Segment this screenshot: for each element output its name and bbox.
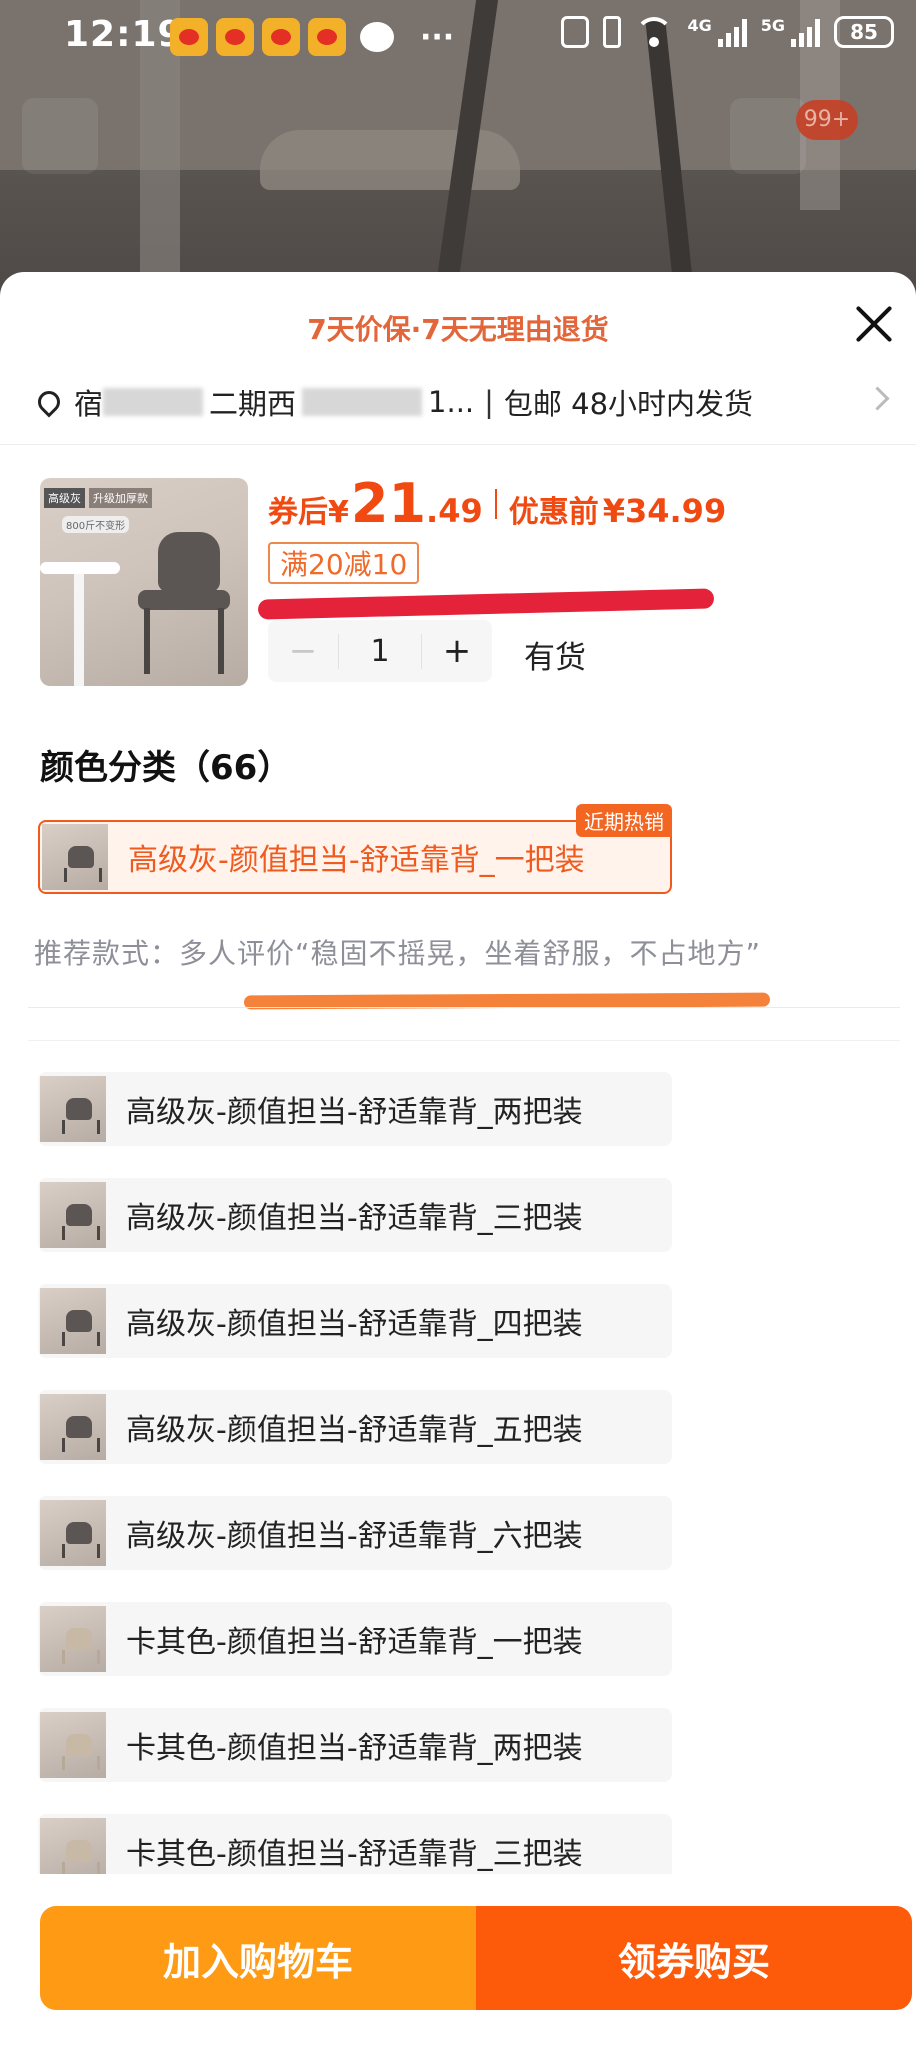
- more-notifications-icon: ···: [420, 19, 455, 55]
- option-label: 卡其色-颜值担当-舒适靠背_两把装: [126, 1731, 583, 1766]
- currency-symbol: ¥: [328, 495, 349, 530]
- thumbnail-tag: 升级加厚款: [89, 488, 152, 508]
- divider: [0, 444, 916, 445]
- address-part-1: 宿: [74, 387, 104, 421]
- stock-status: 有货: [524, 640, 586, 676]
- vibrate-icon: [603, 16, 622, 48]
- option-thumbnail: [40, 1712, 106, 1778]
- address-row[interactable]: 宿 二期西 1... | 包邮 48小时内发货: [33, 380, 898, 424]
- decrease-button[interactable]: −: [268, 631, 338, 671]
- hot-sale-badge: 近期热销: [576, 804, 672, 837]
- weibo-icon: [216, 18, 254, 56]
- thumbnail-tag: 高级灰: [44, 488, 85, 508]
- add-to-cart-button[interactable]: 加入购物车: [40, 1906, 476, 2010]
- address-part-3: 1...: [428, 385, 475, 419]
- option-item[interactable]: 卡其色-颜值担当-舒适靠背_一把装: [38, 1602, 672, 1676]
- status-time: 12:19: [64, 14, 184, 55]
- thumbnail-note: 800斤不变形: [62, 516, 130, 533]
- option-thumbnail: [40, 1500, 106, 1566]
- option-label: 高级灰-颜值担当-舒适靠背_五把装: [126, 1413, 583, 1448]
- network-5g-label: 5G: [760, 16, 785, 35]
- divider: [28, 1007, 900, 1008]
- sku-selection-sheet: 7天价保·7天无理由退货 宿 二期西 1... | 包邮 48小时内发货 高级灰…: [0, 272, 916, 2048]
- price-decimal: .49: [426, 492, 483, 530]
- option-item[interactable]: 高级灰-颜值担当-舒适靠背_五把装: [38, 1390, 672, 1464]
- original-price-label: 优惠前: [508, 495, 599, 530]
- price-separator: [494, 488, 497, 519]
- close-icon[interactable]: [850, 300, 898, 348]
- address-part-2: 二期西: [209, 387, 297, 421]
- nfc-icon: [561, 16, 590, 48]
- recommendation-text: 推荐款式：多人评价“稳固不摇晃，坐着舒服，不占地方”: [34, 937, 762, 970]
- color-category-title: 颜色分类（66）: [40, 748, 292, 788]
- option-label: 卡其色-颜值担当-舒适靠背_三把装: [126, 1837, 583, 1872]
- signal-icon: [717, 17, 747, 47]
- product-thumbnail[interactable]: 高级灰 升级加厚款 800斤不变形: [40, 478, 248, 686]
- option-label: 高级灰-颜值担当-舒适靠背_两把装: [126, 1095, 583, 1130]
- option-thumbnail: [40, 1076, 106, 1142]
- address-redacted: [103, 388, 204, 416]
- coupon-buy-button[interactable]: 领券购买: [476, 1906, 912, 2010]
- option-item[interactable]: 高级灰-颜值担当-舒适靠背_四把装: [38, 1284, 672, 1358]
- option-thumbnail: [40, 1182, 106, 1248]
- price-row: 券后 ¥ 21 .49 优惠前 ¥34.99: [268, 472, 726, 535]
- increase-button[interactable]: +: [422, 631, 492, 671]
- address-separator: |: [484, 385, 494, 419]
- divider: [28, 1040, 900, 1041]
- notification-icons: ···: [170, 18, 454, 56]
- option-label: 高级灰-颜值担当-舒适靠背_六把装: [126, 1519, 583, 1554]
- guarantee-banner: 7天价保·7天无理由退货: [307, 313, 609, 346]
- battery-icon: 85: [834, 16, 894, 48]
- system-icons: 4G 5G 85: [561, 16, 894, 48]
- shipping-info: 包邮 48小时内发货: [503, 387, 754, 421]
- option-item[interactable]: 高级灰-颜值担当-舒适靠背_六把装: [38, 1496, 672, 1570]
- option-label: 高级灰-颜值担当-舒适靠背_四把装: [126, 1307, 583, 1342]
- chevron-right-icon: [865, 386, 890, 411]
- option-thumbnail: [40, 1606, 106, 1672]
- option-thumbnail: [40, 1394, 106, 1460]
- wechat-icon: [360, 22, 394, 52]
- location-icon: [33, 386, 65, 418]
- cart-shortcut-button[interactable]: [730, 98, 806, 174]
- action-bar: 加入购物车 领券购买: [40, 1906, 912, 2010]
- original-price: ¥34.99: [602, 492, 727, 530]
- weibo-icon: [170, 18, 208, 56]
- coupon-price-prefix: 券后: [268, 495, 328, 530]
- option-item[interactable]: 高级灰-颜值担当-舒适靠背_三把装: [38, 1178, 672, 1252]
- back-button[interactable]: [22, 98, 98, 174]
- option-label: 高级灰-颜值担当-舒适靠背_一把装: [128, 843, 585, 878]
- option-label: 卡其色-颜值担当-舒适靠背_一把装: [126, 1625, 583, 1660]
- address-redacted: [302, 388, 423, 416]
- status-bar: 12:19 ··· 4G 5G 85: [0, 0, 916, 76]
- cart-count-badge: 99+: [796, 100, 858, 140]
- option-thumbnail: [42, 824, 108, 890]
- option-item[interactable]: 卡其色-颜值担当-舒适靠背_两把装: [38, 1708, 672, 1782]
- weibo-icon: [308, 18, 346, 56]
- signal-icon: [791, 17, 820, 47]
- promo-tag: 满20减10: [268, 542, 420, 584]
- price-integer: 21: [350, 472, 427, 535]
- weibo-icon: [262, 18, 300, 56]
- quantity-value[interactable]: 1: [338, 633, 422, 669]
- red-marker-annotation: [257, 588, 715, 620]
- option-item[interactable]: 高级灰-颜值担当-舒适靠背_两把装: [38, 1072, 672, 1146]
- quantity-stepper: − 1 +: [268, 620, 492, 682]
- option-label: 高级灰-颜值担当-舒适靠背_三把装: [126, 1201, 583, 1236]
- thumbnail-tags: 高级灰 升级加厚款: [44, 488, 152, 508]
- option-thumbnail: [40, 1288, 106, 1354]
- option-selected[interactable]: 高级灰-颜值担当-舒适靠背_一把装 近期热销: [38, 804, 672, 894]
- network-4g-label: 4G: [687, 16, 712, 35]
- wifi-icon: [635, 17, 674, 47]
